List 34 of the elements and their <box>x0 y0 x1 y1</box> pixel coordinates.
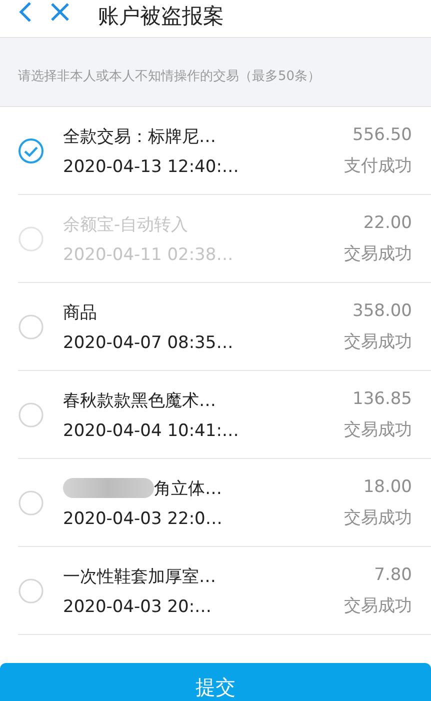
transaction-time: 2020-04-03 20:… <box>63 596 213 616</box>
close-icon[interactable] <box>50 2 70 22</box>
transaction-status: 交易成功 <box>344 330 412 352</box>
transaction-title: 余额宝-自动转入 <box>63 214 188 236</box>
transaction-time: 2020-04-11 02:38… <box>63 244 234 264</box>
transaction-title: 商品 <box>63 302 97 324</box>
submit-button[interactable]: 提交 <box>0 663 431 701</box>
hint-text: 请选择非本人或本人不知情操作的交易（最多50条） <box>18 68 321 85</box>
transaction-amount: 136.85 <box>352 388 412 408</box>
transaction-title: 一次性鞋套加厚室… <box>63 566 216 588</box>
transaction-status: 交易成功 <box>344 594 412 616</box>
transaction-amount: 556.50 <box>352 124 412 144</box>
page-title: 账户被盗报案 <box>98 3 224 29</box>
transaction-title: 全款交易：标牌尼… <box>63 126 216 148</box>
transaction-amount: 358.00 <box>352 300 412 320</box>
transaction-status: 交易成功 <box>344 418 412 440</box>
transaction-title: 春秋款款黑色魔术… <box>63 390 216 412</box>
back-icon[interactable] <box>18 2 32 22</box>
radio-circle[interactable] <box>18 402 44 428</box>
transaction-time: 2020-04-03 22:0… <box>63 508 224 528</box>
transaction-time: 2020-04-04 10:41:… <box>63 420 240 440</box>
transaction-time: 2020-04-07 08:35… <box>63 332 234 352</box>
transaction-amount: 7.80 <box>374 564 412 584</box>
transaction-amount: 18.00 <box>363 476 412 496</box>
radio-circle[interactable] <box>18 578 44 604</box>
transaction-title: 角立体… <box>154 478 222 500</box>
transaction-status: 交易成功 <box>344 242 412 264</box>
checked-circle[interactable] <box>18 138 44 164</box>
transaction-amount: 22.00 <box>363 212 412 232</box>
radio-circle[interactable] <box>18 314 44 340</box>
transaction-status: 交易成功 <box>344 506 412 528</box>
transaction-time: 2020-04-13 12:40:… <box>63 156 240 176</box>
transaction-status: 支付成功 <box>344 154 412 176</box>
radio-circle[interactable] <box>18 490 44 516</box>
